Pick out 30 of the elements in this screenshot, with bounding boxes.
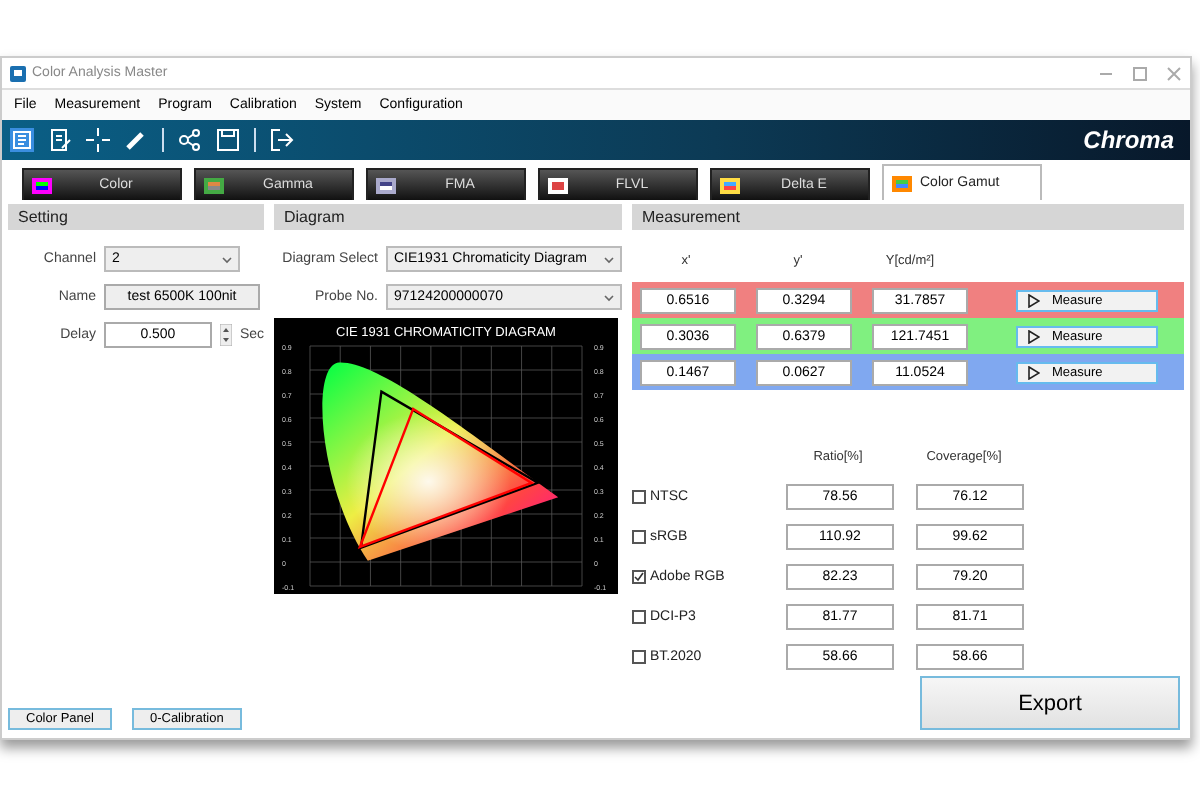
color-swatch-icon [892, 175, 912, 191]
play-icon [1028, 329, 1040, 343]
crosshair-icon[interactable] [86, 128, 110, 152]
color-swatch-icon [376, 177, 396, 193]
exit-icon[interactable] [270, 128, 294, 152]
checkbox[interactable] [632, 569, 646, 583]
color-swatch-icon [548, 177, 568, 193]
edit-document-icon[interactable] [48, 128, 72, 152]
color-swatch-icon [32, 177, 52, 193]
dropdown-caret-icon [604, 293, 614, 301]
save-icon[interactable] [216, 128, 240, 152]
section-header: Diagram [274, 204, 622, 230]
play-icon [1028, 293, 1040, 307]
checkbox[interactable] [632, 649, 646, 663]
color-swatch-icon [720, 177, 740, 193]
section-header: Setting [8, 204, 264, 230]
export-button[interactable]: Export [920, 676, 1180, 730]
color-swatch-icon [204, 177, 224, 193]
dropdown-caret-icon [222, 255, 232, 263]
section-header: Measurement [632, 204, 1184, 230]
brand-logo: Chroma [1083, 126, 1176, 154]
checkbox[interactable] [632, 609, 646, 623]
checkbox[interactable] [632, 489, 646, 503]
share-nodes-icon[interactable] [178, 128, 202, 152]
checkbox[interactable] [632, 529, 646, 543]
spinner-icon[interactable] [219, 324, 232, 346]
play-icon [1028, 365, 1040, 379]
grid-document-icon[interactable] [10, 128, 34, 152]
dropdown-caret-icon [604, 255, 614, 263]
app-icon [10, 65, 26, 81]
